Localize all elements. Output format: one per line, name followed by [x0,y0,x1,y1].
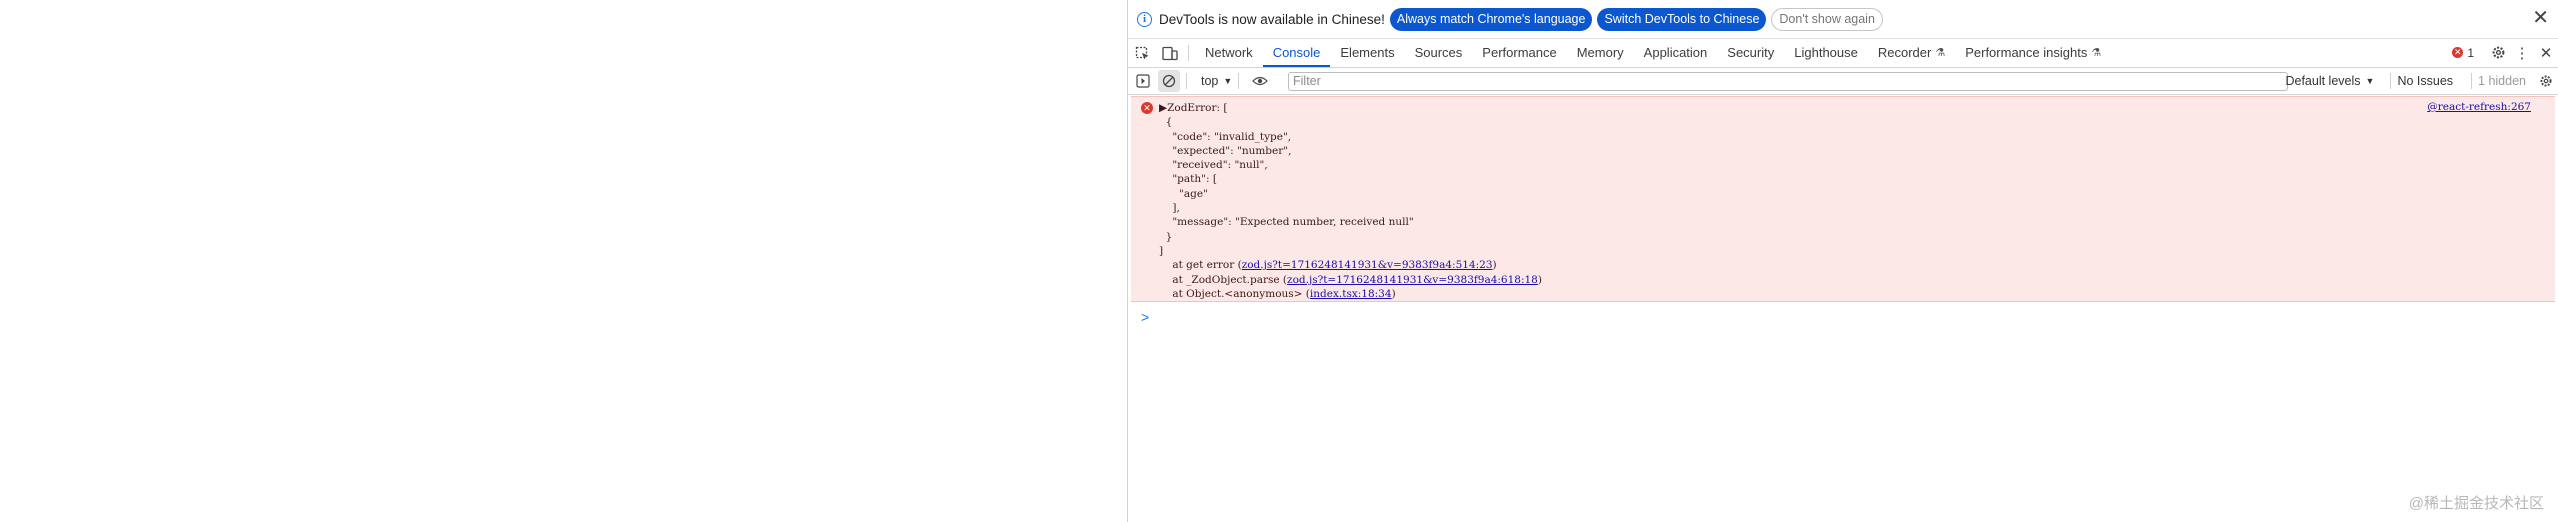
console-prompt-icon[interactable]: > [1141,309,1149,325]
error-badge-icon: ✕ [2452,47,2464,58]
experiment-flask-icon: ⚗ [1935,47,1946,59]
tab-label: Recorder [1877,45,1932,60]
live-expression-eye-icon[interactable] [1249,70,1271,92]
inspected-page-viewport [0,0,1127,522]
tab-label: Security [1727,45,1775,60]
error-counter[interactable]: ✕ 1 [2452,46,2474,60]
stack-frame-suffix: ) [1537,273,1542,286]
tab-memory[interactable]: Memory [1567,40,1634,67]
toolbar-divider [1186,73,1187,89]
error-line: "path": [ [1159,173,1217,186]
tab-label: Application [1643,45,1708,60]
filter-input[interactable]: Filter [1288,71,2288,91]
error-line: "expected": "number", [1159,144,1292,157]
log-levels-dropdown[interactable]: Default levels ▼ [2285,74,2374,88]
device-toolbar-icon[interactable] [1156,40,1184,67]
toolbar-divider [2471,73,2473,89]
chevron-down-icon: ▼ [1223,76,1233,86]
tabbar-right-controls: ✕ 1 ⋮ ✕ [2452,39,2558,66]
tab-application[interactable]: Application [1634,40,1718,67]
stack-frame-link[interactable]: index.tsx:18:34 [1310,288,1392,300]
error-line: { [1159,116,1173,129]
infobar-message: DevTools is now available in Chinese! [1159,11,1385,27]
message-source-link[interactable]: @react-refresh:267 [2427,101,2531,113]
toolbar-divider [1238,73,1240,89]
context-value: top [1201,74,1219,88]
issues-counter[interactable]: No Issues [2397,74,2453,88]
info-icon: i [1137,11,1152,27]
tab-label: Sources [1414,45,1463,60]
tab-label: Performance insights [1965,45,2088,60]
close-devtools-icon[interactable]: ✕ [2534,41,2558,65]
tab-label: Performance [1482,45,1557,60]
error-icon: ✕ [1141,102,1153,114]
error-line: ] [1159,244,1164,257]
tab-label: Memory [1576,45,1624,60]
show-sidebar-icon[interactable] [1132,70,1154,92]
error-line: "age" [1159,187,1208,200]
console-settings-gear-icon[interactable] [2534,69,2558,93]
stack-frame-link[interactable]: zod.js?t=1716248141931&v=9383f9a4:514:23 [1242,259,1493,271]
toolbar-divider [1188,45,1189,61]
stack-frame-prefix: at Object.<anonymous> ( [1159,287,1310,300]
error-line: ZodError: [ [1167,102,1228,114]
console-toolbar: top ▼ Filter Default levels ▼ No Issues … [1128,68,2558,95]
context-selector[interactable]: top ▼ [1201,74,1232,88]
hidden-messages-count: 1 hidden [2478,74,2526,88]
tab-performance-insights[interactable]: Performance insights ⚗ [1955,40,2111,67]
stack-frame-prefix: at get error ( [1159,259,1242,272]
stack-frame-prefix: at _ZodObject.parse ( [1159,273,1288,286]
clear-console-icon[interactable] [1158,70,1180,92]
devtools-tabbar: Network Console Elements Sources Perform… [1128,39,2558,68]
log-levels-value: Default levels [2285,74,2361,88]
more-options-icon[interactable]: ⋮ [2510,41,2534,65]
stack-frame-suffix: ) [1391,287,1396,300]
watermark: @稀土掘金技术社区 [2408,495,2544,512]
tab-recorder[interactable]: Recorder ⚗ [1868,40,1955,67]
tab-label: Network [1205,45,1253,60]
error-line: ], [1159,202,1180,215]
error-line: "received": "null", [1159,159,1268,172]
settings-gear-icon[interactable] [2486,41,2510,65]
always-match-language-button[interactable]: Always match Chrome's language [1389,7,1593,31]
error-line: "code": "invalid_type", [1159,130,1292,143]
error-line: } [1159,230,1173,243]
tab-security[interactable]: Security [1717,40,1784,67]
tab-performance[interactable]: Performance [1472,40,1566,67]
tab-label: Elements [1340,45,1395,60]
tab-label: Console [1272,45,1321,60]
tab-label: Lighthouse [1794,45,1858,60]
error-body: ▶ZodError: [ { "code": "invalid_type", "… [1159,101,1542,301]
close-icon[interactable]: ✕ [2532,8,2549,28]
language-infobar: i DevTools is now available in Chinese! … [1128,0,2558,39]
inspect-element-icon[interactable] [1128,40,1156,67]
tab-network[interactable]: Network [1195,40,1263,67]
error-count-value: 1 [2467,45,2474,60]
dont-show-again-button[interactable]: Don't show again [1771,7,1883,31]
console-error-message[interactable]: ✕ ▶ZodError: [ { "code": "invalid_type",… [1131,96,2555,302]
switch-to-chinese-button[interactable]: Switch DevTools to Chinese [1597,7,1767,31]
tab-elements[interactable]: Elements [1330,40,1404,67]
stack-frame-link[interactable]: zod.js?t=1716248141931&v=9383f9a4:618:18 [1287,274,1538,286]
console-toolbar-right: Default levels ▼ No Issues 1 hidden [2285,68,2558,94]
tab-console[interactable]: Console [1262,40,1331,67]
error-line: "message": "Expected number, received nu… [1159,216,1414,229]
stack-frame-suffix: ) [1492,259,1497,272]
tab-lighthouse[interactable]: Lighthouse [1784,40,1868,67]
chevron-down-icon: ▼ [2365,76,2375,86]
toolbar-divider [2390,73,2392,89]
devtools-panel: i DevTools is now available in Chinese! … [1127,0,2558,522]
expand-triangle-icon[interactable]: ▶ [1159,102,1167,114]
experiment-flask-icon: ⚗ [2091,47,2102,59]
tab-sources[interactable]: Sources [1405,40,1473,67]
